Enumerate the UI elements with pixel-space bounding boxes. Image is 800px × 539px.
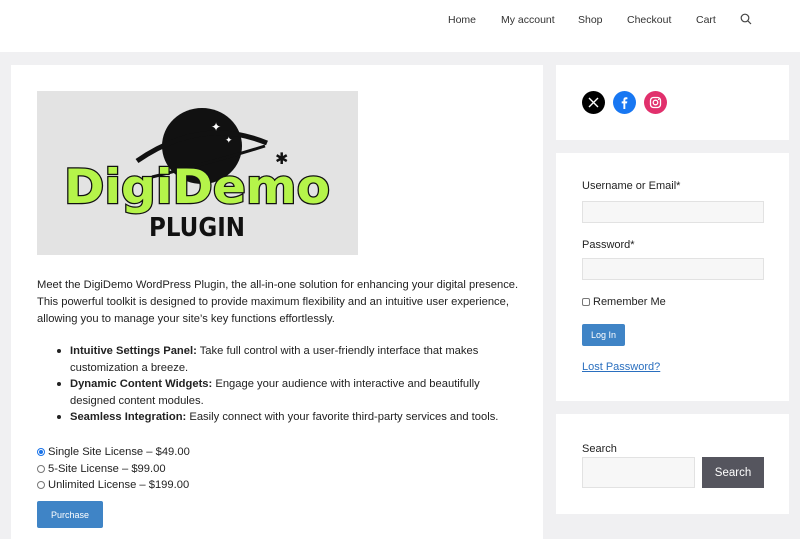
nav-my-account[interactable]: My account: [501, 14, 555, 26]
svg-text:✦: ✦: [211, 120, 221, 134]
license-radio[interactable]: [37, 481, 45, 490]
license-label: 5-Site License – $99.00: [48, 462, 166, 475]
username-label: Username or Email*: [582, 180, 681, 192]
logo-title: DigiDemo: [64, 160, 330, 215]
search-widget: Search Search: [556, 414, 789, 514]
list-item: Dynamic Content Widgets: Engage your aud…: [57, 376, 520, 409]
x-icon[interactable]: [582, 91, 605, 114]
remember-checkbox[interactable]: [582, 298, 590, 306]
password-field[interactable]: [582, 258, 764, 280]
feature-title: Dynamic Content Widgets:: [70, 378, 213, 390]
license-options: Single Site License – $49.00 5-Site Lice…: [37, 444, 190, 494]
login-widget: Username or Email* Password* Remember Me…: [556, 153, 789, 401]
product-content: ✦ ✦ ✱ DigiDemo PLUGIN Meet the DigiDemo …: [11, 65, 543, 539]
search-icon[interactable]: [740, 13, 752, 25]
instagram-icon[interactable]: [644, 91, 667, 114]
username-field[interactable]: [582, 201, 764, 223]
nav-home[interactable]: Home: [448, 14, 476, 26]
facebook-icon[interactable]: [613, 91, 636, 114]
product-logo: ✦ ✦ ✱ DigiDemo PLUGIN: [37, 91, 358, 255]
list-item: Intuitive Settings Panel: Take full cont…: [57, 343, 520, 376]
search-label: Search: [582, 443, 617, 455]
product-intro: Meet the DigiDemo WordPress Plugin, the …: [37, 279, 519, 325]
social-widget: [556, 65, 789, 140]
logo-subtitle: PLUGIN: [149, 213, 245, 243]
list-item: Seamless Integration: Easily connect wit…: [57, 409, 520, 426]
license-option[interactable]: 5-Site License – $99.00: [37, 461, 190, 478]
feature-title: Seamless Integration:: [70, 411, 187, 423]
login-button[interactable]: Log In: [582, 324, 625, 346]
search-button[interactable]: Search: [702, 457, 764, 488]
license-radio[interactable]: [37, 464, 45, 473]
feature-title: Intuitive Settings Panel:: [70, 345, 197, 357]
site-header: Home My account Shop Checkout Cart: [0, 0, 800, 52]
nav-shop[interactable]: Shop: [578, 14, 603, 26]
remember-label: Remember Me: [593, 296, 666, 308]
license-label: Unlimited License – $199.00: [48, 479, 190, 491]
feature-list: Intuitive Settings Panel: Take full cont…: [57, 343, 520, 426]
svg-text:✦: ✦: [225, 136, 233, 146]
feature-text: Easily connect with your favorite third-…: [189, 411, 499, 423]
license-radio[interactable]: [37, 448, 45, 457]
password-label: Password*: [582, 239, 635, 251]
license-label: Single Site License – $49.00: [48, 446, 190, 458]
lost-password-link[interactable]: Lost Password?: [582, 361, 660, 373]
nav-cart[interactable]: Cart: [696, 14, 716, 26]
license-option[interactable]: Unlimited License – $199.00: [37, 477, 190, 494]
license-option[interactable]: Single Site License – $49.00: [37, 444, 190, 461]
nav-checkout[interactable]: Checkout: [627, 14, 671, 26]
search-input[interactable]: [582, 457, 695, 488]
purchase-button[interactable]: Purchase: [37, 501, 103, 528]
